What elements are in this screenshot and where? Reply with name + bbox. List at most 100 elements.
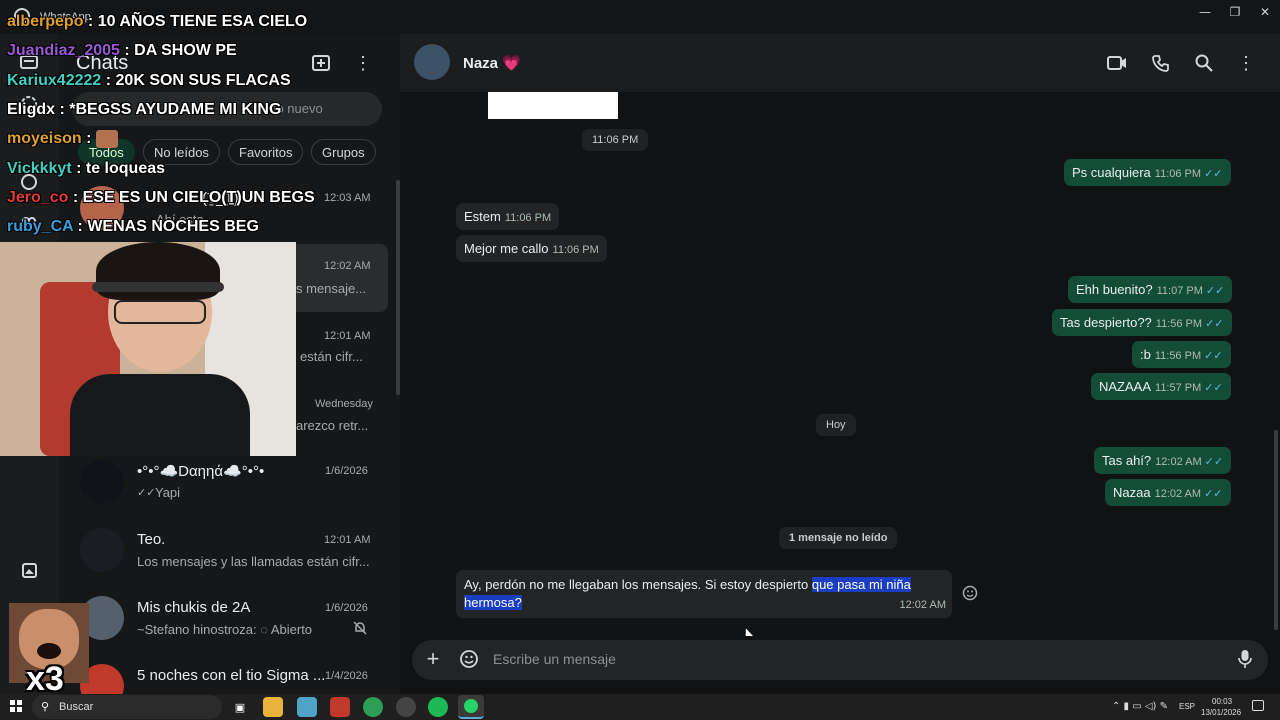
stream-chat-line: Vickkkyt : te loqueas <box>7 160 165 178</box>
media-gallery-icon[interactable] <box>15 556 43 584</box>
close-icon[interactable]: ✕ <box>1248 0 1280 24</box>
message-incoming[interactable]: Ay, perdón no me llegaban los mensajes. … <box>456 570 952 618</box>
selected-text: hermosa? <box>464 595 522 610</box>
message-text: Nazaa <box>1113 485 1151 500</box>
read-ticks-icon: ✓✓ <box>1205 317 1224 330</box>
media-app-icon[interactable] <box>330 697 350 717</box>
message-text: Ay, perdón no me llegaban los mensajes. … <box>464 577 812 592</box>
message-time: 12:02 AM <box>899 599 946 611</box>
conversation-menu-icon[interactable]: ⋮ <box>1232 49 1260 77</box>
stream-chat-user: Eligdx <box>7 101 56 118</box>
chat-time: 12:02 AM <box>324 260 371 272</box>
webcam-headphones <box>92 282 224 292</box>
task-view-icon[interactable]: ▣ <box>230 697 250 717</box>
new-chat-icon[interactable] <box>307 49 335 77</box>
whatsapp-taskbar-icon[interactable] <box>458 695 484 719</box>
contact-name[interactable]: Naza 💗 <box>463 54 521 72</box>
list-item[interactable]: Teo. 12:01 AM Los mensajes y las llamada… <box>70 518 388 586</box>
message-text: Estem <box>464 209 501 224</box>
filter-grupos[interactable]: Grupos <box>311 139 376 165</box>
message-outgoing[interactable]: NAZAAA 11:57 PM ✓✓ <box>1091 373 1231 400</box>
taskbar-search-icon: ⚲ <box>41 700 50 713</box>
stream-chat-user: Jero_co <box>7 189 69 206</box>
phone-icon[interactable] <box>1147 49 1175 77</box>
stream-chat-message: : <box>81 130 96 148</box>
file-explorer-icon[interactable] <box>263 697 283 717</box>
spotify-icon[interactable] <box>428 697 448 717</box>
stream-chat-user: Juandiaz_2005 <box>7 42 120 59</box>
read-ticks-icon: ✓✓ <box>1205 284 1225 297</box>
list-item[interactable]: •°•°☁️Dαηηά☁️°•°• 1/6/2026 ✓✓ Yapi <box>70 452 388 520</box>
chat-time: 12:01 AM <box>324 534 371 546</box>
avatar <box>80 460 124 504</box>
message-incoming[interactable]: Mejor me callo 11:06 PM <box>456 235 607 262</box>
message-time: 11:57 PM <box>1155 382 1202 394</box>
chat-preview: Yapi <box>155 485 181 500</box>
clock-time[interactable]: 00:03 <box>1212 697 1232 706</box>
unread-separator: 1 mensaje no leído <box>779 527 898 549</box>
stream-chat-message: : te loqueas <box>71 160 166 177</box>
chat-name: Mis chukis de 2A <box>137 599 251 616</box>
chrome-icon[interactable] <box>363 697 383 717</box>
store-app-icon[interactable] <box>297 697 317 717</box>
chat-name: •°•°☁️Dαηηά☁️°•°• <box>137 463 265 480</box>
contact-avatar[interactable] <box>414 44 450 80</box>
list-item[interactable]: Mis chukis de 2A 1/6/2026 ~Stefano hinos… <box>70 586 388 654</box>
search-icon[interactable] <box>1190 49 1218 77</box>
tray-icons[interactable]: ⌃ ▮ ▭ ◁) ✎ <box>1112 701 1168 712</box>
message-time: 11:06 PM <box>504 212 552 224</box>
clock-date[interactable]: 13/01/2026 <box>1201 708 1241 717</box>
message-outgoing[interactable]: Ps cualquiera 11:06 PM ✓✓ <box>1064 159 1231 186</box>
message-text: Mejor me callo <box>464 241 549 256</box>
muted-bell-icon <box>352 620 368 636</box>
read-ticks-icon: ✓✓ <box>1204 455 1224 468</box>
video-call-icon[interactable] <box>1103 49 1131 77</box>
read-ticks-icon: ✓✓ <box>1204 167 1223 180</box>
stream-chat-line: moyeison : <box>7 130 118 148</box>
chat-time: 1/6/2026 <box>325 465 368 477</box>
chat-preview: ~Stefano hinostroza: ◌ Abierto <box>137 622 313 637</box>
day-separator: Hoy <box>816 414 856 436</box>
sticker-emoji-icon[interactable] <box>455 645 483 673</box>
attach-plus-icon[interactable]: + <box>419 645 447 673</box>
message-text: Ps cualquiera <box>1072 165 1151 180</box>
selected-text: que pasa mi niña <box>811 577 911 592</box>
stream-chat-line: Juandiaz_2005 : DA SHOW PE <box>7 42 237 60</box>
chat-name: Teo. <box>137 531 166 548</box>
message-outgoing[interactable]: Ehh buenito? 11:07 PM ✓✓ <box>1068 276 1233 303</box>
image-message[interactable] <box>488 92 618 119</box>
message-outgoing[interactable]: Tas despierto?? 11:56 PM ✓✓ <box>1052 309 1232 336</box>
obs-icon[interactable] <box>396 697 416 717</box>
list-item[interactable]: 5 noches con el tio Sigma ... 1/4/2026 <box>70 654 388 694</box>
chat-name: 5 noches con el tio Sigma ... <box>137 667 326 684</box>
language-indicator[interactable]: ESP <box>1179 702 1195 711</box>
filter-favoritos[interactable]: Favoritos <box>228 139 304 165</box>
restore-icon[interactable]: ❐ <box>1218 0 1252 24</box>
stream-chat-line: alberpepo : 10 AÑOS TIENE ESA CIELO <box>7 13 307 31</box>
stream-chat-user: ruby_CA <box>7 218 74 235</box>
conversation-scrollbar[interactable] <box>1274 430 1278 630</box>
message-time: 11:06 PM <box>1154 168 1202 180</box>
stream-chat-message: : 10 AÑOS TIENE ESA CIELO <box>83 13 308 30</box>
message-time: 11:07 PM <box>1156 285 1203 297</box>
avatar <box>80 528 124 572</box>
start-windows-icon[interactable] <box>10 700 22 712</box>
message-outgoing[interactable]: Tas ahí? 12:02 AM ✓✓ <box>1094 447 1232 474</box>
minimize-icon[interactable]: — <box>1188 0 1222 24</box>
taskbar-search-label: Buscar <box>59 701 94 713</box>
more-vert-icon[interactable]: ⋮ <box>349 49 377 77</box>
message-outgoing[interactable]: Nazaa 12:02 AM ✓✓ <box>1105 479 1231 506</box>
message-time: 11:06 PM <box>552 244 599 256</box>
notification-icon[interactable] <box>1252 700 1264 711</box>
meme-mouth <box>37 643 61 659</box>
read-ticks-icon: ✓✓ <box>1204 381 1223 394</box>
image-time: 11:06 PM <box>582 129 649 151</box>
microphone-icon[interactable] <box>1231 645 1259 673</box>
message-text: Tas despierto?? <box>1060 315 1152 330</box>
react-emoji-icon[interactable] <box>962 585 978 601</box>
stream-chat-message: : 20K SON SUS FLACAS <box>101 72 291 89</box>
message-incoming[interactable]: Estem 11:06 PM <box>456 203 560 230</box>
message-outgoing[interactable]: :b 11:56 PM ✓✓ <box>1132 341 1231 368</box>
chat-time: Wednesday <box>315 398 373 410</box>
message-time: 12:02 AM <box>1155 456 1202 468</box>
